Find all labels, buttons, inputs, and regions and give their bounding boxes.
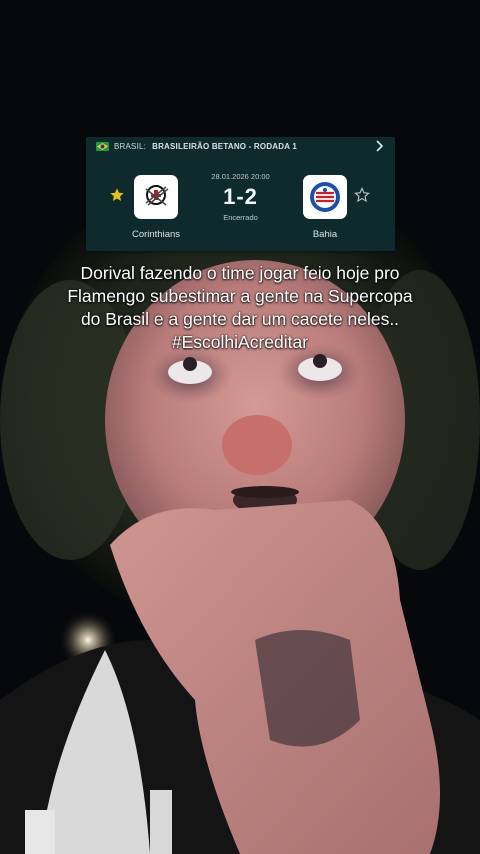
video-caption: Dorival fazendo o time jogar feio hoje p… (20, 262, 460, 354)
match-score-card[interactable]: BRASIL: BRASILEIRÃO BETANO - RODADA 1 Co… (86, 137, 395, 251)
caption-line: do Brasil e a gente dar um cacete neles.… (80, 309, 400, 329)
competition-label: BRASILEIRÃO BETANO - RODADA 1 (152, 141, 298, 151)
favorite-star-outline-icon[interactable] (354, 187, 370, 203)
bahia-crest-icon (303, 175, 347, 219)
caption-hashtag[interactable]: #EscolhiAcreditar (20, 331, 460, 354)
caption-line: Dorival fazendo o time jogar feio hoje p… (80, 263, 400, 283)
brazil-flag-icon (96, 141, 109, 151)
country-label: BRASIL: (114, 141, 147, 151)
home-team-name: Corinthians (131, 229, 181, 240)
away-team-name: Bahia (312, 229, 338, 240)
away-team[interactable]: Bahia (295, 175, 355, 240)
chevron-right-icon[interactable] (373, 138, 385, 154)
background-photo (0, 0, 480, 854)
match-card-header[interactable]: BRASIL: BRASILEIRÃO BETANO - RODADA 1 (86, 137, 395, 155)
caption-line: Flamengo subestimar a gente na Supercopa (67, 286, 413, 306)
